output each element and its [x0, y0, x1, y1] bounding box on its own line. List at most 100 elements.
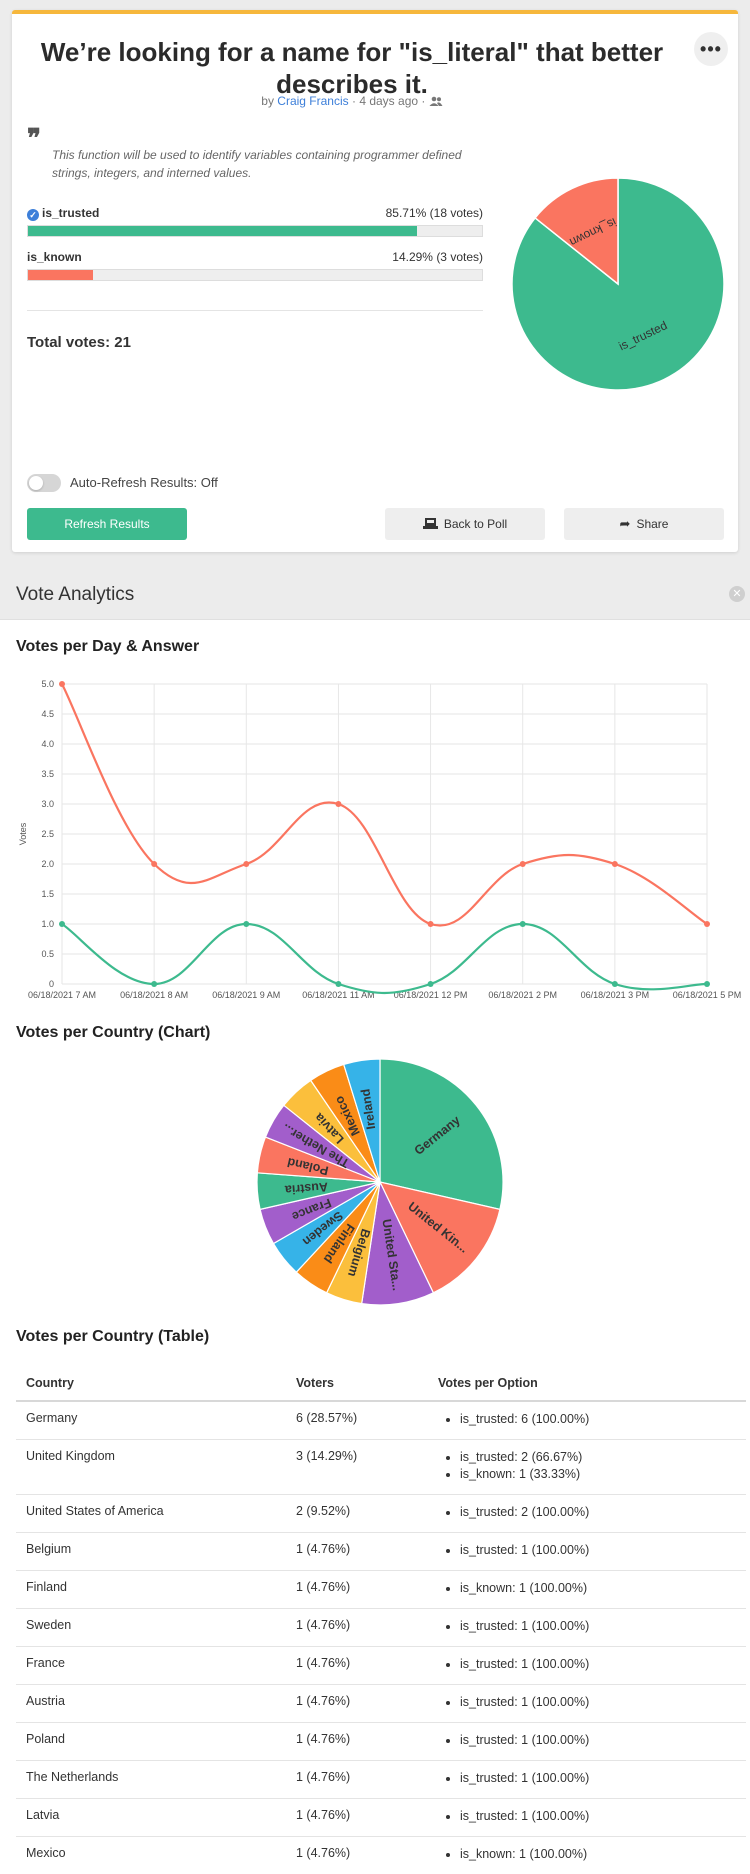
- option-list: is_trusted: 2 (66.67%)is_known: 1 (33.33…: [438, 1447, 736, 1484]
- table-row: Germany6 (28.57%) is_trusted: 6 (100.00%): [16, 1401, 746, 1440]
- y-tick-label: 1.0: [41, 919, 54, 929]
- data-point: [335, 801, 342, 807]
- data-point: [427, 981, 434, 987]
- y-tick-label: 4.5: [41, 709, 54, 719]
- more-options-button[interactable]: •••: [694, 32, 728, 66]
- votes-per-option-cell: is_trusted: 6 (100.00%): [428, 1401, 746, 1440]
- auto-refresh-label: Auto-Refresh Results: Off: [70, 475, 218, 490]
- option-list: is_trusted: 1 (100.00%): [438, 1730, 736, 1750]
- x-tick-label: 06/18/2021 9 AM: [212, 990, 280, 1000]
- option-list: is_trusted: 2 (100.00%): [438, 1502, 736, 1522]
- voters-cell: 1 (4.76%): [286, 1798, 428, 1837]
- option-vote-item: is_trusted: 2 (100.00%): [460, 1502, 736, 1522]
- country-cell: France: [16, 1646, 286, 1685]
- voters-cell: 1 (4.76%): [286, 1722, 428, 1761]
- option-vote-item: is_trusted: 1 (100.00%): [460, 1654, 736, 1674]
- table-row: France1 (4.76%) is_trusted: 1 (100.00%): [16, 1646, 746, 1685]
- country-cell: Belgium: [16, 1532, 286, 1571]
- y-tick-label: 1.5: [41, 889, 54, 899]
- option-list: is_trusted: 6 (100.00%): [438, 1409, 736, 1429]
- voters-cell: 6 (28.57%): [286, 1401, 428, 1440]
- option-list: is_trusted: 1 (100.00%): [438, 1806, 736, 1826]
- country-cell: Mexico: [16, 1836, 286, 1874]
- option-label: is_known: [27, 250, 82, 264]
- option-result: 14.29% (3 votes): [392, 250, 483, 264]
- data-point: [519, 861, 526, 867]
- voters-cell: 1 (4.76%): [286, 1836, 428, 1874]
- x-tick-label: 06/18/2021 5 PM: [673, 990, 742, 1000]
- data-point: [519, 921, 526, 927]
- y-tick-label: 3.5: [41, 769, 54, 779]
- option-list: is_trusted: 1 (100.00%): [438, 1616, 736, 1636]
- votes-per-day-chart: 0 0.5 1.0 1.5 2.0 2.5 3.0 3.5 4.0 4.5 5.0 06/18/202…: [18, 679, 742, 1000]
- series-line: [61, 683, 708, 927]
- votes-per-option-cell: is_trusted: 1 (100.00%): [428, 1722, 746, 1761]
- share-label: Share: [636, 517, 669, 531]
- data-point: [59, 921, 65, 927]
- voters-cell: 3 (14.29%): [286, 1439, 428, 1495]
- close-icon[interactable]: ✕: [729, 586, 745, 602]
- refresh-results-button[interactable]: Refresh Results: [27, 508, 187, 540]
- voters-cell: 1 (4.76%): [286, 1532, 428, 1571]
- vote-analytics-title: Vote Analytics: [16, 584, 135, 605]
- option-label: ✓ is_trusted: [27, 206, 99, 221]
- data-point: [59, 681, 65, 687]
- data-point: [611, 981, 618, 987]
- option-vote-item: is_trusted: 1 (100.00%): [460, 1768, 736, 1788]
- country-cell: Austria: [16, 1684, 286, 1723]
- option-list: is_trusted: 1 (100.00%): [438, 1692, 736, 1712]
- option-list: is_trusted: 1 (100.00%): [438, 1768, 736, 1788]
- y-axis-label: Votes: [18, 822, 28, 845]
- votes-per-option-cell: is_trusted: 1 (100.00%): [428, 1798, 746, 1837]
- y-tick-label: 4.0: [41, 739, 54, 749]
- table-header-row: Country Voters Votes per Option: [16, 1366, 746, 1402]
- back-icon: [422, 518, 438, 529]
- option-list: is_known: 1 (100.00%): [438, 1578, 736, 1598]
- y-tick-label: 2.5: [41, 829, 54, 839]
- option-vote-item: is_trusted: 1 (100.00%): [460, 1616, 736, 1636]
- option-vote-item: is_trusted: 6 (100.00%): [460, 1409, 736, 1429]
- back-to-poll-label: Back to Poll: [443, 517, 508, 531]
- voters-cell: 1 (4.76%): [286, 1760, 428, 1799]
- share-button[interactable]: ➦ Share: [564, 508, 724, 540]
- country-cell: The Netherlands: [16, 1760, 286, 1799]
- y-tick-label: 3.0: [41, 799, 54, 809]
- option-vote-item: is_known: 1 (33.33%): [460, 1464, 736, 1484]
- option-vote-item: is_known: 1 (100.00%): [460, 1578, 736, 1598]
- poll-result-card: We’re looking for a name for "is_literal…: [12, 10, 738, 552]
- country-cell: Poland: [16, 1722, 286, 1761]
- country-cell: Sweden: [16, 1608, 286, 1647]
- country-table-title: Votes per Country (Table): [16, 1328, 210, 1345]
- votes-per-option-cell: is_trusted: 1 (100.00%): [428, 1608, 746, 1647]
- option-list: ✓ is_trusted 85.71% (18 votes) is_known 1…: [12, 14, 483, 314]
- voters-cell: 2 (9.52%): [286, 1494, 428, 1533]
- auto-refresh-toggle[interactable]: [27, 474, 61, 492]
- votes-per-country-table: Country Voters Votes per Option Germany 6…: [16, 1366, 746, 1874]
- voted-check-icon: ✓: [27, 209, 39, 221]
- column-header: Voters: [286, 1366, 428, 1402]
- option-bar-fill: [28, 270, 93, 280]
- data-point: [611, 861, 618, 867]
- votes-per-option-cell: is_trusted: 2 (66.67%)is_known: 1 (33.33…: [428, 1439, 746, 1495]
- votes-per-option-cell: is_trusted: 1 (100.00%): [428, 1760, 746, 1799]
- series-line: [61, 922, 708, 995]
- share-icon: ➦: [619, 516, 631, 531]
- option-vote-item: is_trusted: 1 (100.00%): [460, 1540, 736, 1560]
- table-row: Finland1 (4.76%) is_known: 1 (100.00%): [16, 1570, 746, 1609]
- x-tick-label: 06/18/2021 7 AM: [28, 990, 96, 1000]
- country-cell: Latvia: [16, 1798, 286, 1837]
- column-header: Country: [16, 1366, 286, 1402]
- country-cell: Finland: [16, 1570, 286, 1609]
- option-vote-item: is_known: 1 (100.00%): [460, 1844, 736, 1864]
- y-tick-label: 2.0: [41, 859, 54, 869]
- option-list: is_trusted: 1 (100.00%): [438, 1654, 736, 1674]
- country-cell: United Kingdom: [16, 1439, 286, 1495]
- data-point: [243, 921, 250, 927]
- vote-analytics-header: Vote Analytics ✕: [0, 570, 750, 620]
- x-tick-label: 06/18/2021 2 PM: [488, 990, 557, 1000]
- votes-per-option-cell: is_trusted: 1 (100.00%): [428, 1646, 746, 1685]
- back-to-poll-button[interactable]: Back to Poll: [385, 508, 545, 540]
- votes-per-country-pie: GermanyUnited Kin...United Sta...Belgium…: [256, 1058, 504, 1306]
- table-row: Austria1 (4.76%) is_trusted: 1 (100.00%): [16, 1684, 746, 1723]
- votes-per-option-cell: is_known: 1 (100.00%): [428, 1836, 746, 1874]
